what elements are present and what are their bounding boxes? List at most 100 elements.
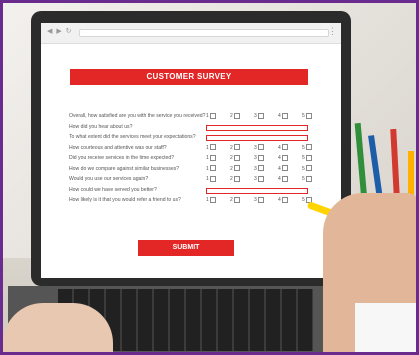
rating-checkbox[interactable] [281, 175, 288, 182]
rating-label: 3 [254, 165, 257, 172]
rating-option-2[interactable]: 2 [230, 111, 240, 122]
left-hand [3, 303, 113, 352]
rating-option-1[interactable]: 1 [206, 164, 216, 175]
rating-option-5[interactable]: 5 [302, 174, 312, 185]
rating-label: 4 [278, 165, 281, 172]
answer-text-field[interactable] [206, 124, 308, 131]
rating-checkbox[interactable] [233, 144, 240, 151]
rating-label: 5 [302, 155, 305, 161]
rating-option-4[interactable]: 4 [278, 153, 288, 164]
rating-checkbox[interactable] [209, 144, 216, 151]
rating-checkbox[interactable] [281, 112, 288, 119]
rating-option-4[interactable]: 4 [278, 174, 288, 185]
survey-row: Did you receive services in the time exp… [69, 153, 339, 164]
rating-option-2[interactable]: 2 [230, 195, 240, 206]
survey-row: How courteous and attentive was our staf… [69, 143, 339, 154]
rating-option-4[interactable]: 4 [278, 195, 288, 206]
rating-checkbox[interactable] [305, 112, 312, 119]
question-text: How likely is it that you would refer a … [69, 197, 181, 203]
rating-option-3[interactable]: 3 [254, 174, 264, 185]
rating-checkbox[interactable] [209, 175, 216, 182]
rating-option-1[interactable]: 1 [206, 111, 216, 122]
rating-checkbox[interactable] [305, 144, 312, 151]
rating-checkbox[interactable] [281, 154, 288, 161]
rating-option-3[interactable]: 3 [254, 153, 264, 164]
rating-checkbox[interactable] [209, 112, 216, 119]
rating-option-1[interactable]: 1 [206, 153, 216, 164]
rating-option-5[interactable]: 5 [302, 111, 312, 122]
answer-text-field[interactable] [206, 135, 308, 141]
survey-title: CUSTOMER SURVEY [70, 69, 308, 85]
rating-label: 1 [206, 155, 209, 161]
rating-option-1[interactable]: 1 [206, 143, 216, 154]
rating-option-2[interactable]: 2 [230, 153, 240, 164]
rating-checkbox[interactable] [305, 154, 312, 161]
question-text: Would you use our services again? [69, 176, 149, 182]
rating-checkbox[interactable] [257, 165, 264, 172]
rating-option-2[interactable]: 2 [230, 164, 240, 175]
rating-label: 4 [278, 144, 281, 151]
submit-button[interactable]: SUBMIT [138, 240, 234, 256]
rating-label: 4 [278, 176, 281, 182]
question-text: Did you receive services in the time exp… [69, 155, 175, 161]
rating-checkbox[interactable] [233, 154, 240, 161]
survey-row: Would you use our services again? 1 2 3 4 5 [69, 174, 339, 185]
rating-option-3[interactable]: 3 [254, 164, 264, 175]
rating-checkbox[interactable] [281, 165, 288, 172]
rating-checkbox[interactable] [281, 144, 288, 151]
menu-icon[interactable]: ⋮ [328, 26, 337, 37]
rating-checkbox[interactable] [257, 175, 264, 182]
rating-checkbox[interactable] [281, 196, 288, 203]
rating-checkbox[interactable] [209, 165, 216, 172]
rating-label: 5 [302, 165, 305, 172]
rating-label: 5 [302, 113, 305, 119]
survey-row: How did you hear about us? [69, 122, 339, 133]
rating-option-4[interactable]: 4 [278, 164, 288, 175]
rating-option-3[interactable]: 3 [254, 195, 264, 206]
rating-label: 5 [302, 176, 305, 182]
rating-label: 2 [230, 176, 233, 182]
question-text: How did you hear about us? [69, 123, 133, 130]
rating-checkbox[interactable] [233, 165, 240, 172]
rating-checkbox[interactable] [233, 112, 240, 119]
rating-checkbox[interactable] [233, 196, 240, 203]
rating-option-1[interactable]: 1 [206, 195, 216, 206]
rating-option-2[interactable]: 2 [230, 143, 240, 154]
rating-option-5[interactable]: 5 [302, 164, 312, 175]
rating-option-4[interactable]: 4 [278, 111, 288, 122]
question-text: How do we compare against similar busine… [69, 165, 180, 172]
rating-option-3[interactable]: 3 [254, 111, 264, 122]
answer-text-field[interactable] [206, 187, 308, 194]
rating-option-5[interactable]: 5 [302, 143, 312, 154]
rating-label: 5 [302, 197, 305, 203]
survey-row: Overall, how satisfied are you with the … [69, 111, 339, 122]
rating-label: 3 [254, 113, 257, 119]
rating-checkbox[interactable] [257, 144, 264, 151]
address-bar[interactable] [79, 29, 329, 37]
rating-checkbox[interactable] [233, 175, 240, 182]
rating-checkbox[interactable] [257, 112, 264, 119]
rating-checkbox[interactable] [257, 154, 264, 161]
rating-option-2[interactable]: 2 [230, 174, 240, 185]
rating-label: 4 [278, 113, 281, 119]
rating-label: 3 [254, 197, 257, 203]
rating-option-5[interactable]: 5 [302, 153, 312, 164]
rating-checkbox[interactable] [257, 196, 264, 203]
rating-label: 2 [230, 155, 233, 161]
rating-label: 1 [206, 176, 209, 182]
rating-checkbox[interactable] [305, 165, 312, 172]
rating-option-1[interactable]: 1 [206, 174, 216, 185]
rating-checkbox[interactable] [209, 154, 216, 161]
rating-checkbox[interactable] [305, 175, 312, 182]
rating-scale: 1 2 3 4 5 [206, 174, 326, 184]
rating-option-3[interactable]: 3 [254, 143, 264, 154]
browser-nav-icons[interactable]: ◀ ▶ ↻ [47, 27, 73, 35]
rating-label: 1 [206, 113, 209, 119]
rating-checkbox[interactable] [209, 196, 216, 203]
question-text: Overall, how satisfied are you with the … [69, 113, 206, 119]
rating-option-4[interactable]: 4 [278, 143, 288, 154]
rating-label: 3 [254, 155, 257, 161]
rating-label: 3 [254, 144, 257, 151]
rating-scale: 1 2 3 4 5 [206, 111, 326, 121]
rating-label: 2 [230, 197, 233, 203]
